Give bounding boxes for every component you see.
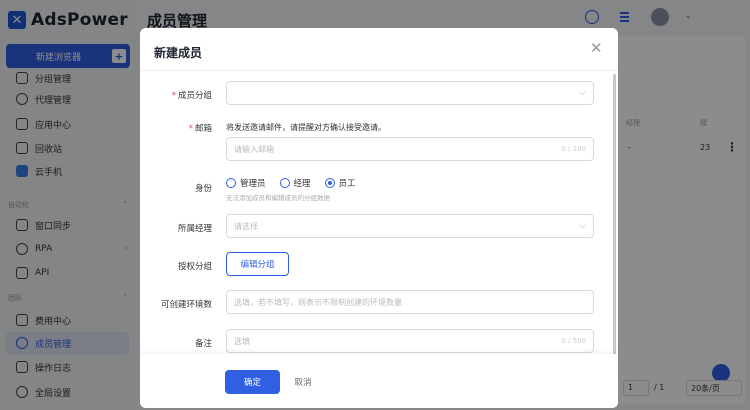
dialog-title: 新建成员 — [154, 46, 203, 60]
confirm-button[interactable]: 确定 — [225, 370, 280, 394]
manager-placeholder: 请选择 — [234, 221, 258, 231]
chevron-down-icon: ⌵ — [579, 88, 586, 98]
dialog-footer: 确定 取消 — [140, 354, 618, 408]
new-member-dialog: 新建成员 ✕ * 成员分组 ⌵ * 邮箱 将发送邀请邮件，请提醒对方确认接受邀请。 … — [140, 28, 618, 408]
chevron-down-icon: ⌵ — [579, 221, 586, 231]
email-label: * 邮箱 — [140, 122, 212, 134]
role-label: 身份 — [194, 184, 212, 194]
radio-icon — [226, 178, 236, 188]
close-icon[interactable]: ✕ — [590, 41, 603, 56]
remark-textarea[interactable]: 选填 0 / 500 — [226, 329, 594, 353]
auth-group-label: 授权分组 — [177, 262, 212, 272]
email-placeholder: 请输入邮箱 — [234, 144, 274, 154]
env-limit-placeholder: 选填，若不填写，则表示不限制创建的环境数量 — [234, 297, 402, 307]
env-limit-label: 可创建环境数 — [160, 300, 212, 310]
radio-icon — [279, 178, 290, 188]
radio-label: 管理员 — [240, 179, 266, 189]
cancel-button[interactable]: 取消 — [288, 370, 318, 394]
role-radio-manager[interactable]: 经理 — [279, 177, 311, 189]
remark-counter: 0 / 500 — [561, 337, 586, 345]
env-limit-input[interactable]: 选填，若不填写，则表示不限制创建的环境数量 — [226, 290, 594, 314]
manager-label: 所属经理 — [177, 224, 212, 234]
email-counter: 0 / 100 — [561, 145, 586, 153]
remark-label: 备注 — [194, 339, 212, 349]
email-label-text: 邮箱 — [194, 124, 212, 134]
required-mark: * — [171, 91, 176, 101]
radio-label: 员工 — [338, 179, 356, 189]
divider — [140, 70, 618, 71]
edit-group-button[interactable]: 编辑分组 — [226, 252, 289, 276]
email-hint: 将发送邀请邮件，请提醒对方确认接受邀请。 — [226, 123, 386, 132]
role-sub-hint: 无法添加成员和编辑成员的分组数据 — [226, 194, 330, 202]
scrollbar[interactable] — [613, 74, 616, 364]
group-label: * 成员分组 — [140, 89, 212, 101]
radio-label: 经理 — [293, 179, 311, 189]
member-group-select[interactable]: ⌵ — [226, 81, 594, 105]
manager-select[interactable]: 请选择 ⌵ — [226, 214, 594, 238]
email-field[interactable]: 请输入邮箱 0 / 100 — [226, 137, 594, 161]
group-label-text: 成员分组 — [177, 91, 212, 101]
required-mark: * — [188, 124, 193, 134]
radio-selected-icon — [324, 178, 335, 188]
role-radio-group: 管理员 经理 员工 — [226, 177, 356, 189]
remark-placeholder: 选填 — [234, 336, 250, 346]
role-radio-employee[interactable]: 员工 — [324, 177, 356, 189]
role-radio-admin[interactable]: 管理员 — [226, 177, 266, 189]
